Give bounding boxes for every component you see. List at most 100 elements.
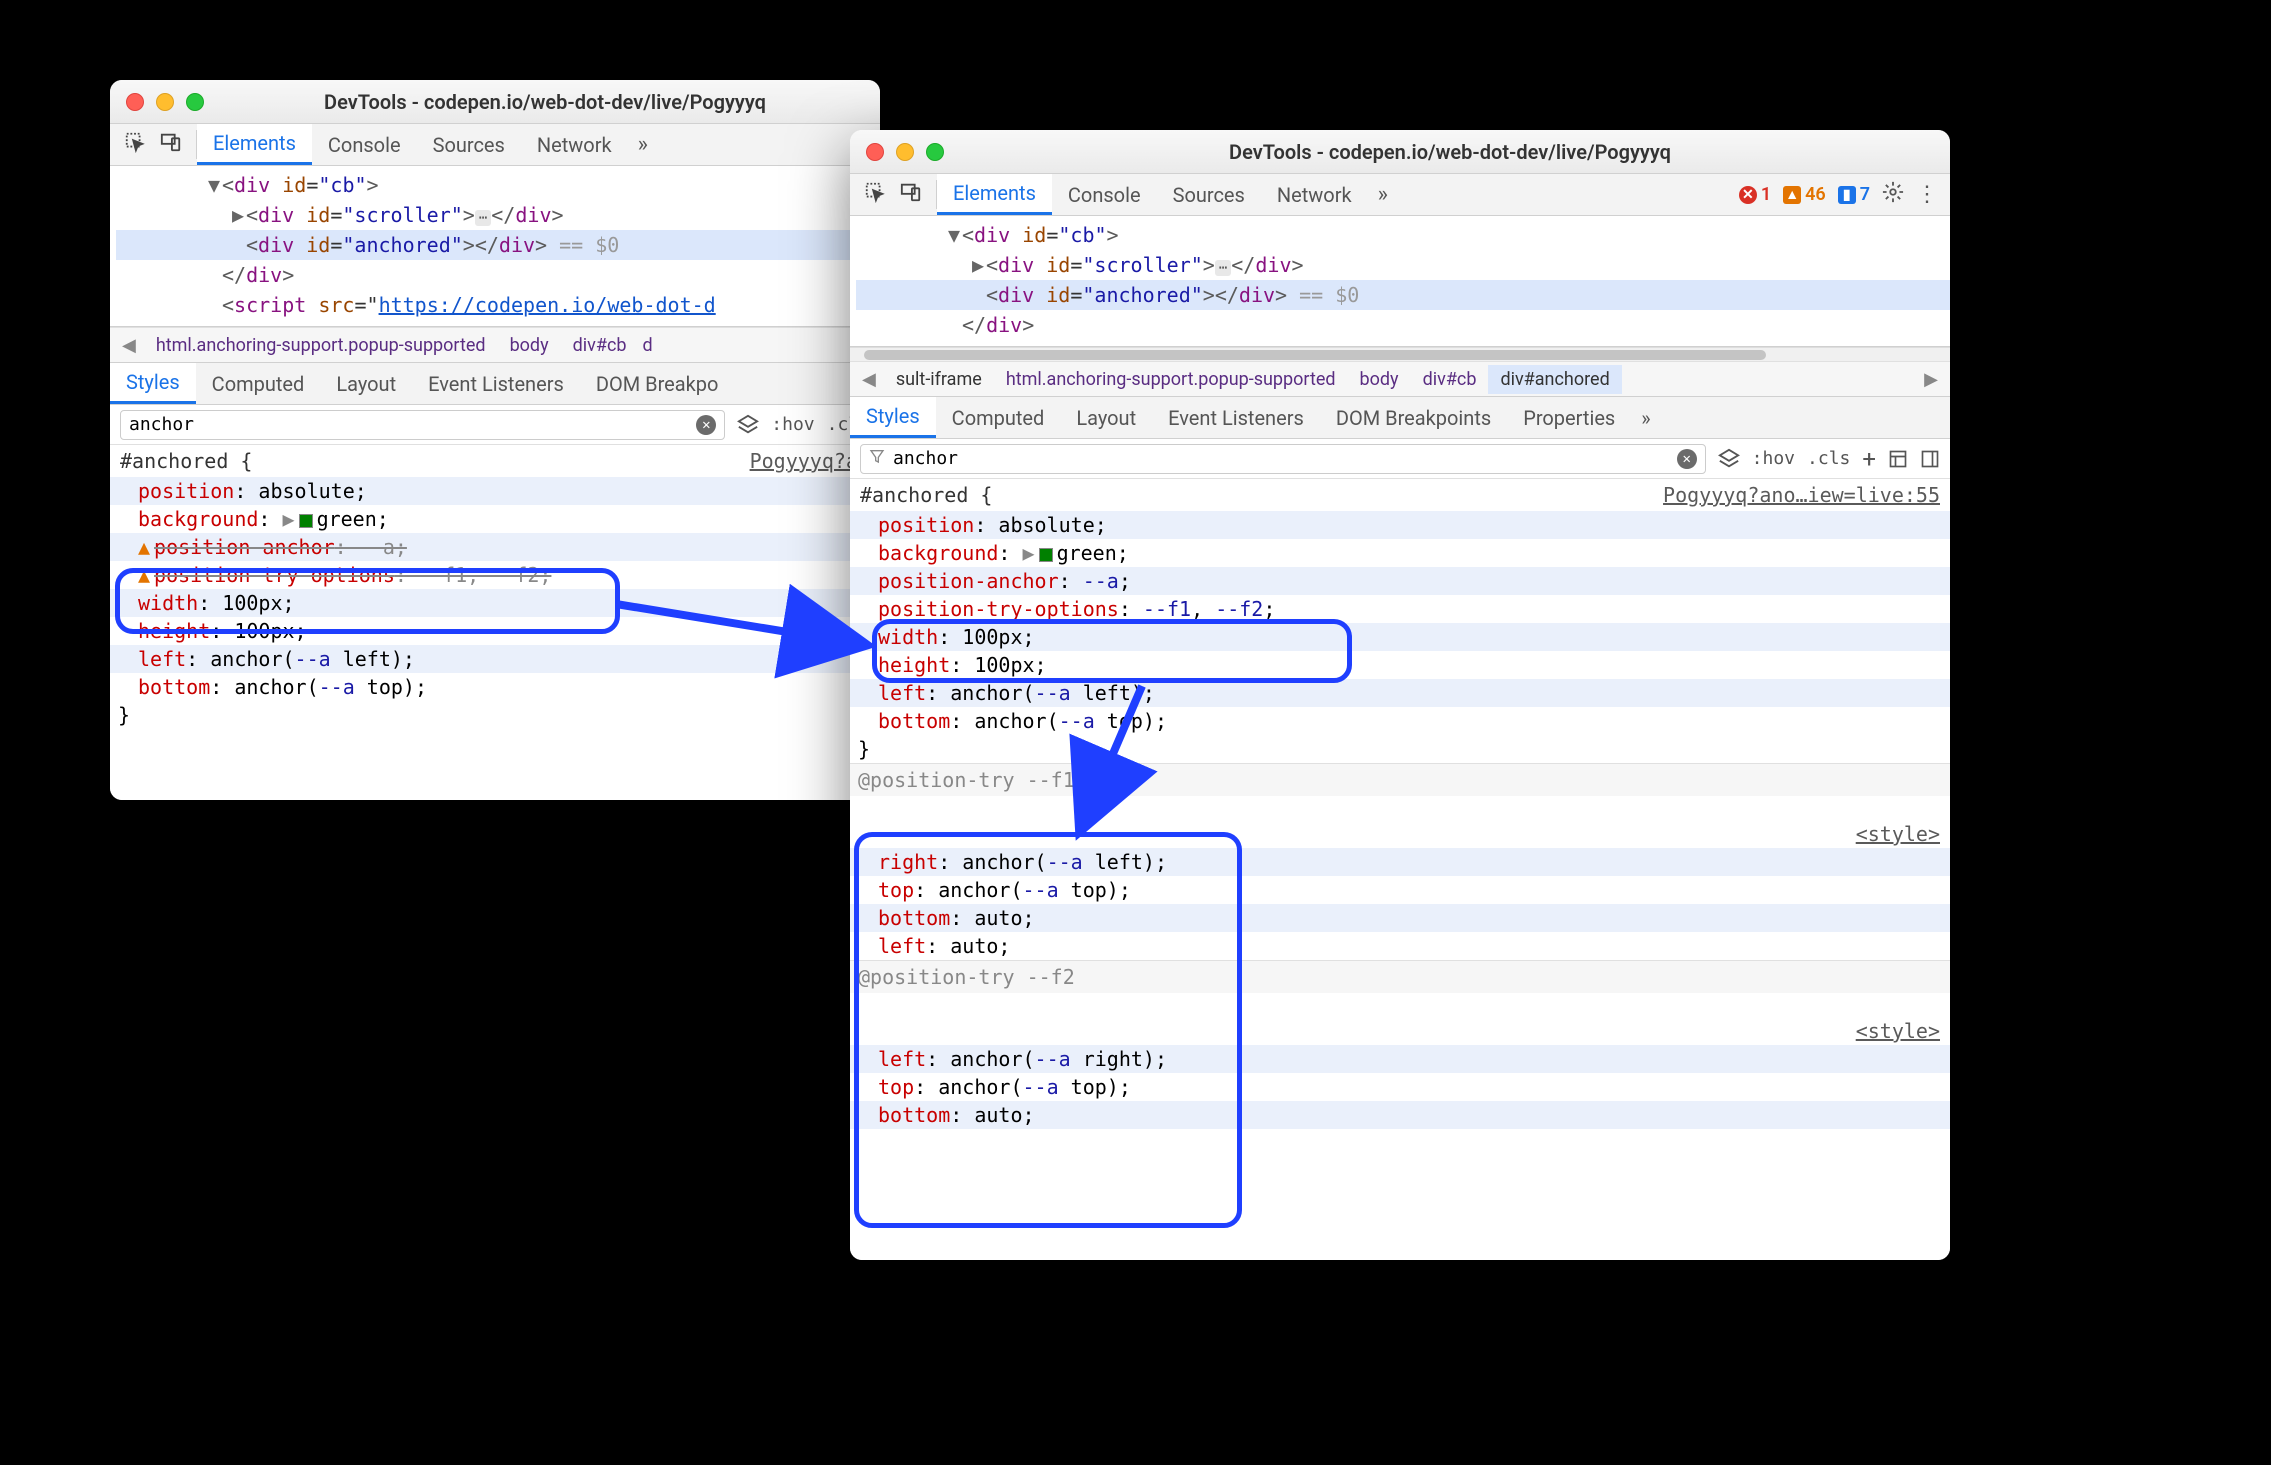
close-icon[interactable] [866, 143, 884, 161]
main-tab[interactable]: Network [1261, 174, 1368, 215]
breadcrumb-item[interactable]: div#anchored [1488, 365, 1621, 394]
css-declaration[interactable]: ▲position-try-options: --f1, --f2; [110, 561, 880, 589]
css-declaration[interactable]: right: anchor(--a left); [850, 848, 1950, 876]
main-tab[interactable]: Sources [1157, 174, 1261, 215]
styles-panel-tab[interactable]: Styles [850, 397, 936, 438]
styles-panel-tab[interactable]: Event Listeners [412, 363, 580, 404]
dom-node[interactable]: </div> [116, 260, 880, 290]
css-declaration[interactable]: width: 100px; [850, 623, 1950, 651]
css-declaration[interactable]: position: absolute; [110, 477, 880, 505]
main-tab[interactable]: Network [521, 124, 628, 165]
new-style-rule-icon[interactable]: + [1862, 445, 1876, 473]
css-declaration[interactable]: background: ▶green; [110, 505, 880, 533]
toggle-sidebar-icon[interactable] [1920, 449, 1940, 469]
breadcrumb-pre[interactable]: sult-iframe [884, 365, 994, 394]
inspect-icon[interactable] [864, 181, 886, 208]
close-icon[interactable] [126, 93, 144, 111]
styles-filter-input[interactable] [893, 448, 1669, 469]
main-tab[interactable]: Sources [417, 124, 521, 165]
css-declaration[interactable]: bottom: anchor(--a top); [110, 673, 880, 701]
main-tab[interactable]: Console [312, 124, 417, 165]
css-declaration[interactable]: bottom: anchor(--a top); [850, 707, 1950, 735]
dom-node[interactable]: <div id="anchored"></div> == $0 [856, 280, 1950, 310]
css-declaration[interactable]: width: 100px; [110, 589, 880, 617]
cls-toggle[interactable]: .cls [1807, 448, 1850, 469]
main-tab[interactable]: Elements [937, 174, 1052, 215]
css-declaration[interactable]: bottom: auto; [850, 904, 1950, 932]
source-link[interactable]: <style> [1856, 1019, 1940, 1043]
dom-tree[interactable]: ▼<div id="cb">▶<div id="scroller">⋯</div… [110, 166, 880, 327]
css-declaration[interactable]: left: anchor(--a right); [850, 1045, 1950, 1073]
titlebar[interactable]: DevTools - codepen.io/web-dot-dev/live/P… [110, 80, 880, 124]
css-selector[interactable]: #anchored { [120, 447, 252, 475]
dom-tree[interactable]: ▼<div id="cb">▶<div id="scroller">⋯</div… [850, 216, 1950, 347]
css-declaration[interactable]: height: 100px; [110, 617, 880, 645]
warning-count[interactable]: ▲46 [1783, 184, 1826, 205]
error-count[interactable]: ✕1 [1739, 184, 1771, 205]
styles-filter-input[interactable] [129, 414, 688, 435]
at-rule-header[interactable]: @position-try --f2 [850, 960, 1950, 993]
layers-icon[interactable] [737, 414, 759, 436]
menu-icon[interactable]: ⋮ [1916, 182, 1938, 207]
breadcrumb-item[interactable]: body [1348, 365, 1411, 394]
settings-icon[interactable] [1882, 181, 1904, 208]
css-declaration[interactable]: ▲position-anchor: --a; [110, 533, 880, 561]
styles-pane[interactable]: #anchored { Pogyyyq?ano…iew=live:55 posi… [850, 479, 1950, 1260]
info-count[interactable]: ▮7 [1838, 184, 1870, 205]
source-link[interactable]: <style> [1856, 822, 1940, 846]
styles-panel-tab[interactable]: DOM Breakpoints [1320, 397, 1507, 438]
breadcrumb-overflow[interactable]: d [638, 331, 664, 360]
css-declaration[interactable]: position: absolute; [850, 511, 1950, 539]
styles-panel-tab[interactable]: DOM Breakpo [580, 363, 735, 404]
css-declaration[interactable]: top: anchor(--a top); [850, 876, 1950, 904]
dom-node[interactable]: ▶<div id="scroller">⋯</div> [856, 250, 1950, 280]
layers-icon[interactable] [1718, 448, 1740, 470]
maximize-icon[interactable] [926, 143, 944, 161]
breadcrumb-right-icon[interactable]: ▶ [1916, 369, 1946, 390]
styles-panel-tab[interactable]: Styles [110, 363, 196, 404]
css-declaration[interactable]: top: anchor(--a top); [850, 1073, 1950, 1101]
main-tab[interactable]: Console [1052, 174, 1157, 215]
source-link[interactable]: Pogyyyq?ano…iew=live:55 [1663, 481, 1940, 509]
dom-node[interactable]: ▼<div id="cb"> [116, 170, 880, 200]
styles-panel-tab[interactable]: Computed [196, 363, 321, 404]
styles-filter-input-box[interactable]: ✕ [860, 444, 1706, 474]
breadcrumb-item[interactable]: div#cb [561, 331, 639, 360]
styles-panel-tab[interactable]: Layout [320, 363, 412, 404]
styles-panel-tab[interactable]: Properties [1507, 397, 1631, 438]
dom-node[interactable]: <script src="https://codepen.io/web-dot-… [116, 290, 880, 320]
css-declaration[interactable]: bottom: auto; [850, 1101, 1950, 1129]
styles-panel-tab[interactable]: Computed [936, 397, 1061, 438]
breadcrumb-left-icon[interactable]: ◀ [114, 335, 144, 356]
tabs-overflow-icon[interactable]: » [628, 124, 658, 165]
clear-filter-icon[interactable]: ✕ [696, 415, 716, 435]
device-toggle-icon[interactable] [160, 131, 182, 158]
dom-node[interactable]: </div> [856, 310, 1950, 340]
inspect-icon[interactable] [124, 131, 146, 158]
css-declaration[interactable]: left: auto; [850, 932, 1950, 960]
breadcrumb-item[interactable]: body [498, 331, 561, 360]
css-declaration[interactable]: height: 100px; [850, 651, 1950, 679]
breadcrumb-item[interactable]: html.anchoring-support.popup-supported [994, 365, 1348, 394]
styles-panel-tab[interactable]: Layout [1060, 397, 1152, 438]
css-selector[interactable]: #anchored { [860, 481, 992, 509]
breadcrumb-item[interactable]: div#cb [1411, 365, 1489, 394]
dom-scrollbar[interactable] [850, 347, 1950, 361]
css-declaration[interactable]: left: anchor(--a left); [850, 679, 1950, 707]
styles-panel-tab[interactable]: Event Listeners [1152, 397, 1320, 438]
titlebar[interactable]: DevTools - codepen.io/web-dot-dev/live/P… [850, 130, 1950, 174]
breadcrumb-item[interactable]: html.anchoring-support.popup-supported [144, 331, 498, 360]
css-declaration[interactable]: background: ▶green; [850, 539, 1950, 567]
dom-node[interactable]: <div id="anchored"></div> == $0 [116, 230, 880, 260]
dom-node[interactable]: ▶<div id="scroller">⋯</div> [116, 200, 880, 230]
maximize-icon[interactable] [186, 93, 204, 111]
tabs-overflow-icon[interactable]: » [1368, 174, 1398, 215]
dom-node[interactable]: ▼<div id="cb"> [856, 220, 1950, 250]
minimize-icon[interactable] [156, 93, 174, 111]
breadcrumb-left-icon[interactable]: ◀ [854, 369, 884, 390]
css-declaration[interactable]: position-try-options: --f1, --f2; [850, 595, 1950, 623]
css-declaration[interactable]: left: anchor(--a left); [110, 645, 880, 673]
styles-pane[interactable]: #anchored { Pogyyyq?an position: absolut… [110, 445, 880, 800]
at-rule-header[interactable]: @position-try --f1 [850, 763, 1950, 796]
hov-toggle[interactable]: :hov [771, 414, 814, 435]
